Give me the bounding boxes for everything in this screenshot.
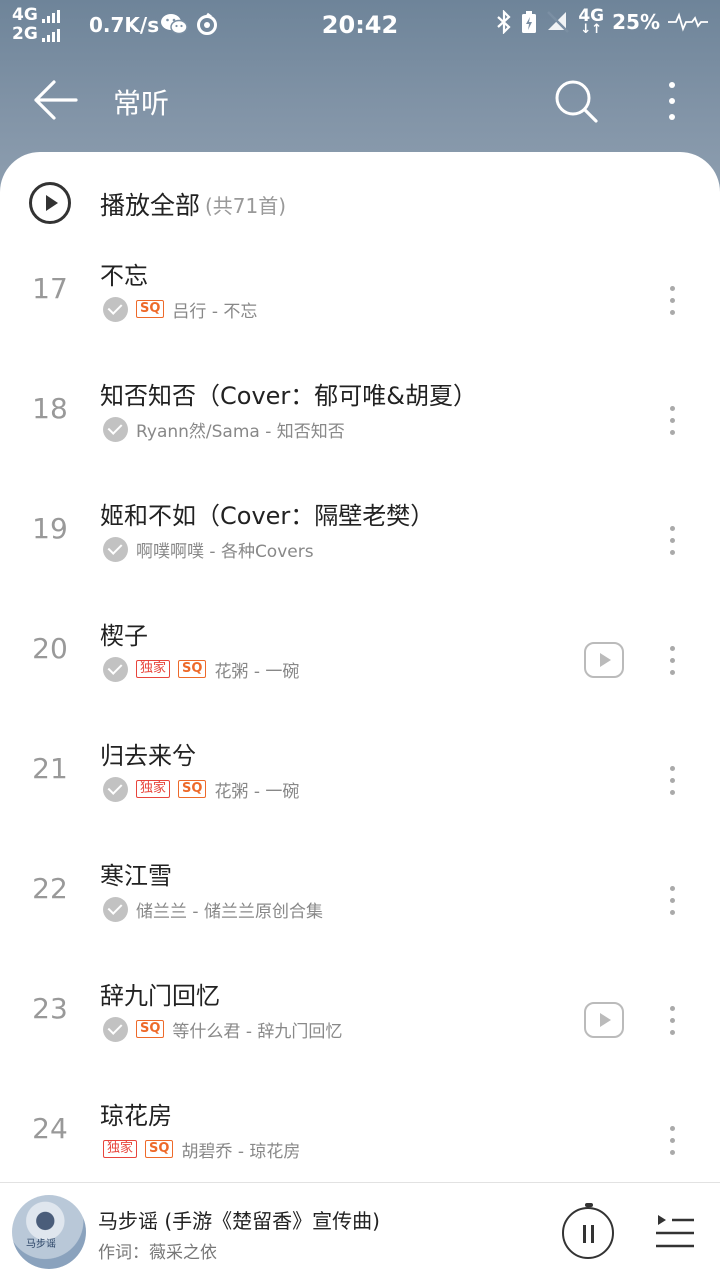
status-icons: 4G ↓↑ 25% [496,8,708,36]
downloaded-check-icon [103,776,128,802]
song-title: 辞九门回忆 [100,982,220,1010]
data-arrows-icon: ↓↑ [580,22,603,37]
exclusive-badge: 独家 [103,1140,138,1158]
song-more-icon[interactable] [660,1122,684,1162]
sq-quality-badge: SQ [145,1140,174,1158]
song-more-icon[interactable] [660,282,684,322]
song-row[interactable]: 24 琼花房 独家 SQ 胡碧乔 - 琼花房 [0,1082,720,1182]
song-row[interactable]: 19 姬和不如（Cover：隔壁老樊） 啊噗啊噗 - 各种Covers [0,482,720,602]
mv-play-icon[interactable] [584,1002,624,1038]
song-row[interactable]: 21 归去来兮 独家 SQ 花粥 - 一碗 [0,722,720,842]
song-meta: 独家 SQ 花粥 - 一碗 [103,656,299,682]
downloaded-check-icon [103,656,128,682]
song-meta: Ryann然/Sama - 知否知否 [103,416,345,442]
sq-quality-badge: SQ [178,660,207,678]
song-artist-album: 啊噗啊噗 - 各种Covers [136,541,314,562]
song-artist-album: Ryann然/Sama - 知否知否 [136,421,345,442]
song-artist-album: 花粥 - 一碗 [214,661,300,682]
now-playing-title: 马步谣 (手游《楚留香》宣传曲) [98,1209,380,1233]
song-more-icon[interactable] [660,642,684,682]
song-row[interactable]: 23 辞九门回忆 SQ 等什么君 - 辞九门回忆 [0,962,720,1082]
play-all-row[interactable]: 播放全部 (共71首) [0,152,720,252]
bluetooth-icon [497,10,511,34]
song-index: 22 [32,872,68,905]
song-list-card: 播放全部 (共71首) 17 不忘 SQ 吕行 - 不忘 18 知否知否（Cove… [0,152,720,1182]
downloaded-check-icon [103,896,128,922]
now-playing-lyricist: 作词：薇采之依 [98,1243,217,1263]
song-index: 17 [32,272,68,305]
song-title: 姬和不如（Cover：隔壁老樊） [100,502,435,530]
downloaded-check-icon [103,416,128,442]
song-index: 23 [32,992,68,1025]
song-artist-album: 胡碧乔 - 琼花房 [181,1141,301,1162]
heartrate-icon [668,12,708,32]
playlist-queue-icon[interactable] [654,1211,696,1251]
album-cover[interactable]: 马步谣 [12,1195,86,1269]
song-meta: SQ 等什么君 - 辞九门回忆 [103,1016,342,1042]
mini-player[interactable]: 马步谣 马步谣 (手游《楚留香》宣传曲) 作词：薇采之依 [0,1182,720,1280]
exclusive-badge: 独家 [136,780,171,798]
song-row[interactable]: 20 楔子 独家 SQ 花粥 - 一碗 [0,602,720,722]
song-artist-album: 等什么君 - 辞九门回忆 [172,1021,343,1042]
song-meta: 独家 SQ 胡碧乔 - 琼花房 [103,1136,300,1162]
battery-percent: 25% [612,10,660,34]
exclusive-badge: 独家 [136,660,171,678]
song-meta: 独家 SQ 花粥 - 一碗 [103,776,299,802]
sq-quality-badge: SQ [136,300,165,318]
song-meta: 啊噗啊噗 - 各种Covers [103,536,314,562]
play-circle-icon[interactable] [29,182,71,224]
song-more-icon[interactable] [660,762,684,802]
song-title: 寒江雪 [100,862,172,890]
back-arrow-icon[interactable] [32,78,80,122]
sq-quality-badge: SQ [178,780,207,798]
song-title: 不忘 [100,262,148,290]
song-title: 楔子 [100,622,148,650]
song-row[interactable]: 22 寒江雪 储兰兰 - 储兰兰原创合集 [0,842,720,962]
sq-quality-badge: SQ [136,1020,165,1038]
song-meta: 储兰兰 - 储兰兰原创合集 [103,896,323,922]
search-icon[interactable] [553,78,599,124]
song-title: 琼花房 [100,1102,172,1130]
song-artist-album: 储兰兰 - 储兰兰原创合集 [136,901,323,922]
song-row[interactable]: 17 不忘 SQ 吕行 - 不忘 [0,242,720,362]
song-more-icon[interactable] [660,522,684,562]
song-count: (共71首) [205,194,287,218]
song-title: 归去来兮 [100,742,196,770]
song-index: 20 [32,632,68,665]
progress-indicator [585,1203,593,1207]
cover-text: 马步谣 [26,1239,56,1250]
wifi-off-icon [547,11,570,33]
song-more-icon[interactable] [660,1002,684,1042]
mv-play-icon[interactable] [584,642,624,678]
song-more-icon[interactable] [660,402,684,442]
downloaded-check-icon [103,1016,128,1042]
mobile-data-indicator: 4G ↓↑ [578,8,604,37]
downloaded-check-icon [103,536,128,562]
song-index: 24 [32,1112,68,1145]
song-index: 19 [32,512,68,545]
song-index: 21 [32,752,68,785]
battery-saver-icon [522,11,537,33]
song-title: 知否知否（Cover：郁可唯&胡夏） [100,382,477,410]
song-more-icon[interactable] [660,882,684,922]
play-all-label: 播放全部 [100,191,201,220]
song-row[interactable]: 18 知否知否（Cover：郁可唯&胡夏） Ryann然/Sama - 知否知否 [0,362,720,482]
song-artist-album: 吕行 - 不忘 [172,301,258,322]
song-meta: SQ 吕行 - 不忘 [103,296,257,322]
pause-button[interactable] [562,1207,614,1259]
page-title: 常听 [113,87,170,120]
more-menu-icon[interactable] [660,78,684,122]
song-artist-album: 花粥 - 一碗 [214,781,300,802]
song-index: 18 [32,392,68,425]
status-bar: 4G 2G 0.7K/s 20:42 4G ↓↑ 25% [0,0,720,50]
downloaded-check-icon [103,296,128,322]
